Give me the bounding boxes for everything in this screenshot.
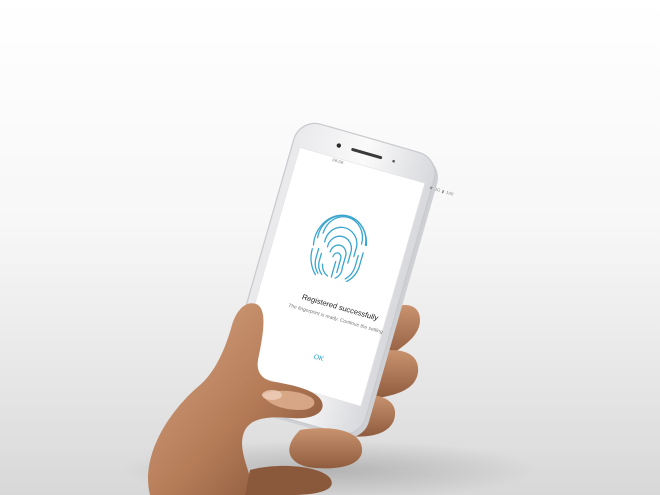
thumbnail (262, 390, 282, 400)
battery-level: 100 (445, 189, 455, 197)
ok-button[interactable]: OK (298, 350, 339, 368)
status-time: 08:08 (331, 156, 345, 165)
network-label: 3G (433, 186, 442, 193)
status-icons: ✱ 3G ▮ 100 (429, 185, 455, 197)
photo-scene: 08:08 ✱ 3G ▮ 100 Registered successfully… (0, 0, 660, 495)
